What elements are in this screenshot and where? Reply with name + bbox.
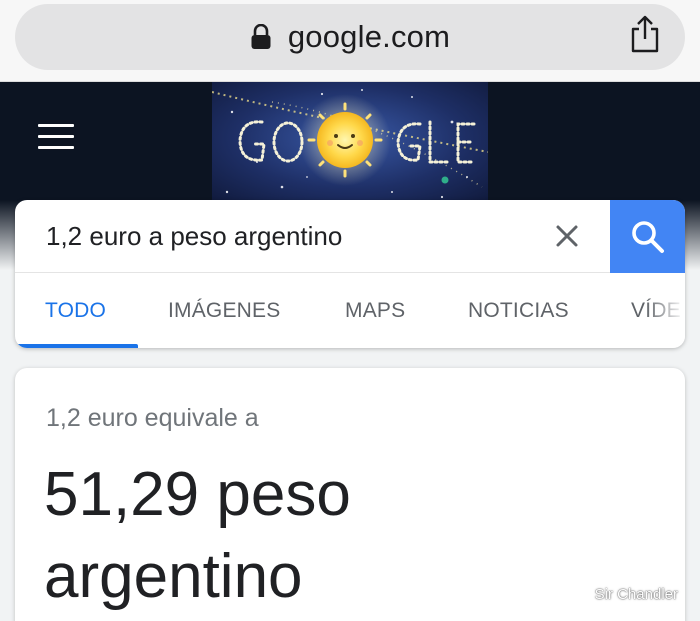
url-text: google.com: [287, 19, 451, 54]
active-tab-indicator: [15, 344, 138, 348]
menu-icon[interactable]: [38, 124, 74, 150]
result-value-line: 51,29 peso: [44, 460, 351, 529]
conversion-result-card: 1,2 euro equivale a 51,29 peso argentino: [15, 368, 685, 621]
search-icon: [631, 220, 664, 253]
tab-todo[interactable]: TODO: [45, 274, 106, 348]
google-doodle[interactable]: [212, 82, 488, 206]
doodle-image: [212, 82, 488, 206]
tab-maps[interactable]: MAPS: [345, 274, 405, 348]
search-input[interactable]: [46, 200, 526, 273]
search-tabs: TODO IMÁGENES MAPS NOTICIAS VÍDE: [15, 274, 685, 348]
address-bar[interactable]: google.com: [15, 4, 685, 70]
tab-imagenes[interactable]: IMÁGENES: [168, 274, 280, 348]
search-bar: [15, 200, 685, 273]
tabs-fade: [645, 274, 685, 348]
search-card: TODO IMÁGENES MAPS NOTICIAS VÍDE: [15, 200, 685, 348]
share-icon[interactable]: [628, 14, 662, 54]
watermark: Sir Chandler: [594, 586, 678, 603]
result-value: 51,29 peso argentino: [44, 454, 664, 618]
tab-noticias[interactable]: NOTICIAS: [468, 274, 569, 348]
result-unit-line: argentino: [44, 542, 303, 611]
lock-icon: [251, 24, 271, 49]
browser-toolbar: google.com: [0, 0, 700, 82]
close-icon[interactable]: [555, 224, 579, 248]
search-button[interactable]: [610, 200, 685, 273]
result-subtitle: 1,2 euro equivale a: [46, 404, 259, 432]
